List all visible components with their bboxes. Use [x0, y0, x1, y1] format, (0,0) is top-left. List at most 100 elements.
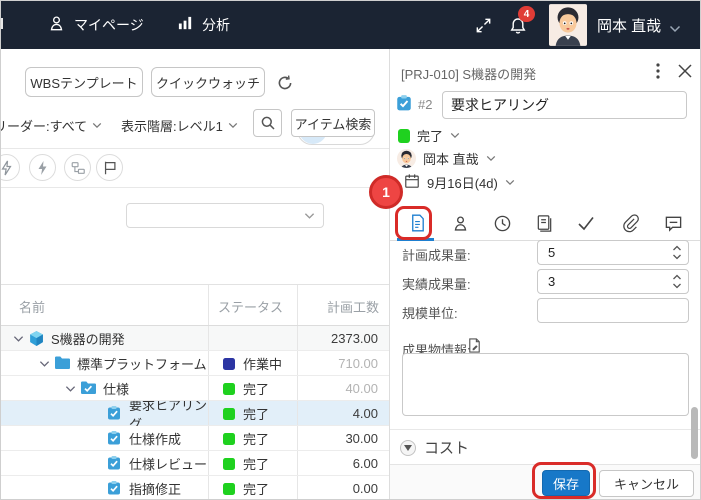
chevron-down-icon[interactable]: [669, 20, 681, 38]
item-number: #2: [418, 97, 432, 112]
assignee-dropdown[interactable]: 岡本 直哉: [397, 149, 496, 168]
planned-hours-value: 710.00: [297, 351, 386, 376]
detail-tabbar: [390, 204, 701, 241]
column-name[interactable]: 名前: [19, 285, 45, 327]
expand-icon[interactable]: [472, 14, 494, 36]
refresh-icon[interactable]: [274, 72, 296, 94]
avatar[interactable]: [549, 4, 587, 46]
planned-hours-value: 40.00: [297, 376, 386, 401]
level-filter-dropdown[interactable]: 表示階層:レベル1: [121, 116, 238, 135]
tab-person[interactable]: [447, 210, 473, 236]
user-name[interactable]: 岡本 直哉: [597, 1, 661, 49]
row-name-label: 指摘修正: [129, 479, 181, 498]
table-row[interactable]: 要求ヒアリング完了4.00: [1, 401, 389, 426]
actual-quantity-field: [537, 269, 689, 294]
notification-badge[interactable]: 4: [518, 6, 535, 22]
item-search-button[interactable]: アイテム検索: [291, 109, 375, 137]
tab-time[interactable]: [489, 210, 515, 236]
chevron-down-icon[interactable]: [61, 385, 80, 393]
scrollbar-thumb[interactable]: [691, 407, 698, 459]
tab-attachment[interactable]: [617, 210, 643, 236]
table-row[interactable]: 仕様 完了40.00: [1, 376, 389, 401]
lightning-outline-icon[interactable]: [0, 154, 20, 181]
unit-field: [537, 298, 689, 323]
search-icon[interactable]: [253, 109, 282, 137]
table-header: 名前 ステータス 計画工数: [1, 284, 389, 326]
spinner-icon[interactable]: [672, 273, 682, 295]
nav-analysis-label: 分析: [202, 15, 230, 35]
table-row[interactable]: 標準プラットフォーム 作業中 710.00: [1, 351, 389, 376]
planned-hours-value: 0.00: [297, 476, 386, 500]
lightning-filled-icon[interactable]: [29, 154, 56, 181]
hierarchy-icon[interactable]: [64, 154, 91, 181]
row-name-label: 仕様: [103, 379, 129, 398]
nav-analysis[interactable]: 分析: [177, 1, 230, 49]
status-label: 完了: [243, 479, 269, 498]
tab-comment[interactable]: [660, 210, 686, 236]
wbs-template-button[interactable]: WBSテンプレート: [25, 67, 143, 97]
column-planned-hours[interactable]: 計画工数: [297, 285, 379, 327]
detail-footer: 保存 キャンセル: [390, 464, 701, 500]
tab-check[interactable]: [573, 210, 599, 236]
deliverable-textarea[interactable]: [402, 353, 689, 416]
item-name-input[interactable]: [442, 91, 687, 119]
status-label: 作業中: [243, 354, 282, 373]
status-dropdown[interactable]: 完了: [398, 126, 460, 145]
detail-panel: [PRJ-010] S機器の開発 #2 完了 岡本 直哉: [389, 49, 701, 500]
status-color-swatch: [223, 408, 235, 420]
table-row[interactable]: 仕様作成 完了 30.00: [1, 426, 389, 451]
kebab-menu-icon[interactable]: [648, 61, 668, 81]
row-name-label: 仕様作成: [129, 429, 181, 448]
chevron-down-icon[interactable]: [35, 360, 54, 368]
task-icon: [106, 430, 124, 448]
row-name-label: 標準プラットフォーム: [77, 354, 207, 373]
table-row[interactable]: 指摘修正 完了 0.00: [1, 476, 389, 500]
close-icon[interactable]: [675, 61, 695, 81]
date-dropdown[interactable]: 9月16日(4d): [404, 173, 515, 192]
planned-hours-value: 30.00: [297, 426, 386, 451]
task-folder-icon: [80, 380, 98, 398]
row-status-cell: 作業中: [208, 351, 297, 376]
folder-icon: [54, 355, 72, 373]
status-color-swatch: [223, 358, 235, 370]
cost-section-toggle[interactable]: コスト: [400, 437, 469, 458]
status-label: 完了: [243, 404, 269, 423]
calendar-icon: [404, 173, 420, 192]
leader-filter-dropdown[interactable]: リーダー:すべて: [0, 116, 102, 135]
save-button[interactable]: 保存: [542, 470, 590, 496]
quick-filter-select[interactable]: [126, 203, 324, 228]
task-icon: [106, 405, 124, 423]
row-status-cell: 完了: [208, 426, 297, 451]
chevron-down-icon[interactable]: [9, 335, 28, 343]
spinner-icon[interactable]: [672, 244, 682, 266]
tab-journal[interactable]: [531, 210, 557, 236]
collapse-triangle-icon: [400, 440, 416, 456]
unit-label: 規模単位:: [402, 303, 458, 322]
flag-icon[interactable]: [96, 154, 123, 181]
planned-quantity-input[interactable]: [537, 240, 689, 265]
column-status[interactable]: ステータス: [218, 285, 283, 327]
status-color-swatch: [223, 483, 235, 495]
status-color-swatch: [223, 433, 235, 445]
cube-icon: [28, 330, 46, 348]
leader-filter-label: リーダー:すべて: [0, 116, 87, 135]
tab-details[interactable]: [404, 210, 430, 236]
wbs-table: 名前 ステータス 計画工数 S機器の開発2373.00 標準プラットフォーム 作業中…: [1, 284, 389, 500]
status-label: 完了: [417, 126, 443, 145]
row-status-cell: 完了: [208, 376, 297, 401]
row-status-cell: 完了: [208, 451, 297, 476]
unit-input[interactable]: [537, 298, 689, 323]
quick-watch-button[interactable]: クイックウォッチ: [151, 67, 265, 97]
nav-my-page[interactable]: マイページ: [47, 1, 144, 49]
table-row[interactable]: 仕様レビュー完了6.00: [1, 451, 389, 476]
planned-hours-value: 2373.00: [297, 326, 386, 351]
task-icon: [106, 455, 124, 473]
status-label: 完了: [243, 429, 269, 448]
planned-hours-value: 4.00: [297, 401, 386, 426]
actual-quantity-input[interactable]: [537, 269, 689, 294]
table-row[interactable]: S機器の開発2373.00: [1, 326, 389, 351]
task-icon: [106, 480, 124, 498]
wbs-table-body: S機器の開発2373.00標準プラットフォーム作業中710.00仕様完了40.0…: [1, 326, 389, 500]
actual-quantity-label: 実績成果量:: [402, 274, 471, 293]
cancel-button[interactable]: キャンセル: [599, 470, 694, 497]
